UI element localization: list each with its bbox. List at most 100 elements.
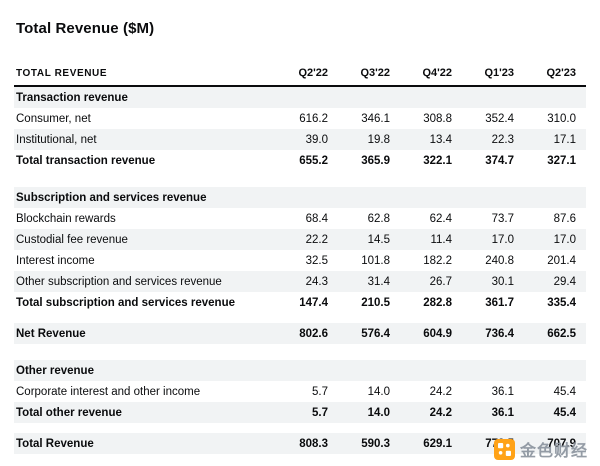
cell-value: 335.4 (524, 294, 586, 312)
cell-value: 365.9 (338, 152, 400, 170)
table-row: Corporate interest and other income5.714… (14, 381, 586, 402)
cell-value: 5.7 (276, 404, 338, 422)
cell-value: 73.7 (462, 210, 524, 228)
watermark-text: 金色财经 (520, 437, 588, 461)
column-header: Q2'22 (276, 64, 338, 82)
cell-value: 240.8 (462, 252, 524, 270)
cell-value: 11.4 (400, 231, 462, 249)
cell-value: 24.2 (400, 383, 462, 401)
row-label: Corporate interest and other income (14, 383, 276, 401)
cell-value: 308.8 (400, 110, 462, 128)
cell-value: 662.5 (524, 325, 586, 343)
cell-value: 68.4 (276, 210, 338, 228)
cell-value: 352.4 (462, 110, 524, 128)
cell-value: 736.4 (462, 325, 524, 343)
cell-value: 36.1 (462, 404, 524, 422)
table-row: Blockchain rewards68.462.862.473.787.6 (14, 208, 586, 229)
cell-value: 5.7 (276, 383, 338, 401)
row-spacer (14, 423, 586, 433)
cell-value: 616.2 (276, 110, 338, 128)
cell-value: 361.7 (462, 294, 524, 312)
row-spacer (14, 344, 586, 360)
table-row: Total other revenue5.714.024.236.145.4 (14, 402, 586, 423)
cell-value: 17.0 (524, 231, 586, 249)
cell-value: 62.8 (338, 210, 400, 228)
cell-value: 182.2 (400, 252, 462, 270)
cell-value: 26.7 (400, 273, 462, 291)
cell-value: 802.6 (276, 325, 338, 343)
table-row: Institutional, net39.019.813.422.317.1 (14, 129, 586, 150)
cell-value: 62.4 (400, 210, 462, 228)
table-row: Net Revenue802.6576.4604.9736.4662.5 (14, 323, 586, 344)
cell-value: 101.8 (338, 252, 400, 270)
cell-value: 19.8 (338, 131, 400, 149)
cell-value: 87.6 (524, 210, 586, 228)
cell-value: 13.4 (400, 131, 462, 149)
row-label: Total subscription and services revenue (14, 294, 276, 312)
row-spacer (14, 171, 586, 187)
cell-value: 201.4 (524, 252, 586, 270)
table-body: Transaction revenueConsumer, net616.2346… (14, 87, 586, 454)
table-row: Other revenue (14, 360, 586, 381)
cell-value: 590.3 (338, 435, 400, 453)
row-label: Interest income (14, 252, 276, 270)
revenue-table: TOTAL REVENUE Q2'22Q3'22Q4'22Q1'23Q2'23 … (14, 61, 586, 454)
cell-value: 604.9 (400, 325, 462, 343)
cell-value: 32.5 (276, 252, 338, 270)
cell-value: 29.4 (524, 273, 586, 291)
row-label: Blockchain rewards (14, 210, 276, 228)
cell-value: 45.4 (524, 404, 586, 422)
column-header: Q2'23 (524, 64, 586, 82)
cell-value: 210.5 (338, 294, 400, 312)
cell-value: 45.4 (524, 383, 586, 401)
cell-value: 39.0 (276, 131, 338, 149)
cell-value: 374.7 (462, 152, 524, 170)
table-row: Total subscription and services revenue1… (14, 292, 586, 313)
cell-value: 576.4 (338, 325, 400, 343)
row-label: Subscription and services revenue (14, 189, 586, 207)
row-label: Custodial fee revenue (14, 231, 276, 249)
cell-value: 22.3 (462, 131, 524, 149)
cell-value: 310.0 (524, 110, 586, 128)
cell-value: 655.2 (276, 152, 338, 170)
cell-value: 282.8 (400, 294, 462, 312)
cell-value: 14.5 (338, 231, 400, 249)
cell-value: 14.0 (338, 404, 400, 422)
column-header: Q3'22 (338, 64, 400, 82)
jinse-finance-logo-icon (494, 439, 515, 460)
row-label: Institutional, net (14, 131, 276, 149)
row-label: Total Revenue (14, 435, 276, 453)
row-spacer (14, 313, 586, 323)
column-header: Q4'22 (400, 64, 462, 82)
cell-value: 808.3 (276, 435, 338, 453)
cell-value: 147.4 (276, 294, 338, 312)
table-row: Interest income32.5101.8182.2240.8201.4 (14, 250, 586, 271)
table-row: Consumer, net616.2346.1308.8352.4310.0 (14, 108, 586, 129)
row-label: Total transaction revenue (14, 152, 276, 170)
cell-value: 14.0 (338, 383, 400, 401)
table-row: Other subscription and services revenue2… (14, 271, 586, 292)
cell-value: 322.1 (400, 152, 462, 170)
table-corner-label: TOTAL REVENUE (14, 65, 276, 82)
cell-value: 36.1 (462, 383, 524, 401)
table-row: Subscription and services revenue (14, 187, 586, 208)
cell-value: 346.1 (338, 110, 400, 128)
table-row: Transaction revenue (14, 87, 586, 108)
cell-value: 17.0 (462, 231, 524, 249)
cell-value: 24.3 (276, 273, 338, 291)
table-row: Custodial fee revenue22.214.511.417.017.… (14, 229, 586, 250)
revenue-report-page: Total Revenue ($M) TOTAL REVENUE Q2'22Q3… (0, 0, 600, 454)
row-label: Total other revenue (14, 404, 276, 422)
cell-value: 31.4 (338, 273, 400, 291)
cell-value: 629.1 (400, 435, 462, 453)
row-label: Consumer, net (14, 110, 276, 128)
cell-value: 17.1 (524, 131, 586, 149)
table-header-row: TOTAL REVENUE Q2'22Q3'22Q4'22Q1'23Q2'23 (14, 61, 586, 87)
row-label: Transaction revenue (14, 89, 586, 107)
page-title: Total Revenue ($M) (16, 20, 586, 37)
cell-value: 22.2 (276, 231, 338, 249)
column-header: Q1'23 (462, 64, 524, 82)
cell-value: 327.1 (524, 152, 586, 170)
watermark: 金色财经 (494, 437, 588, 461)
cell-value: 30.1 (462, 273, 524, 291)
